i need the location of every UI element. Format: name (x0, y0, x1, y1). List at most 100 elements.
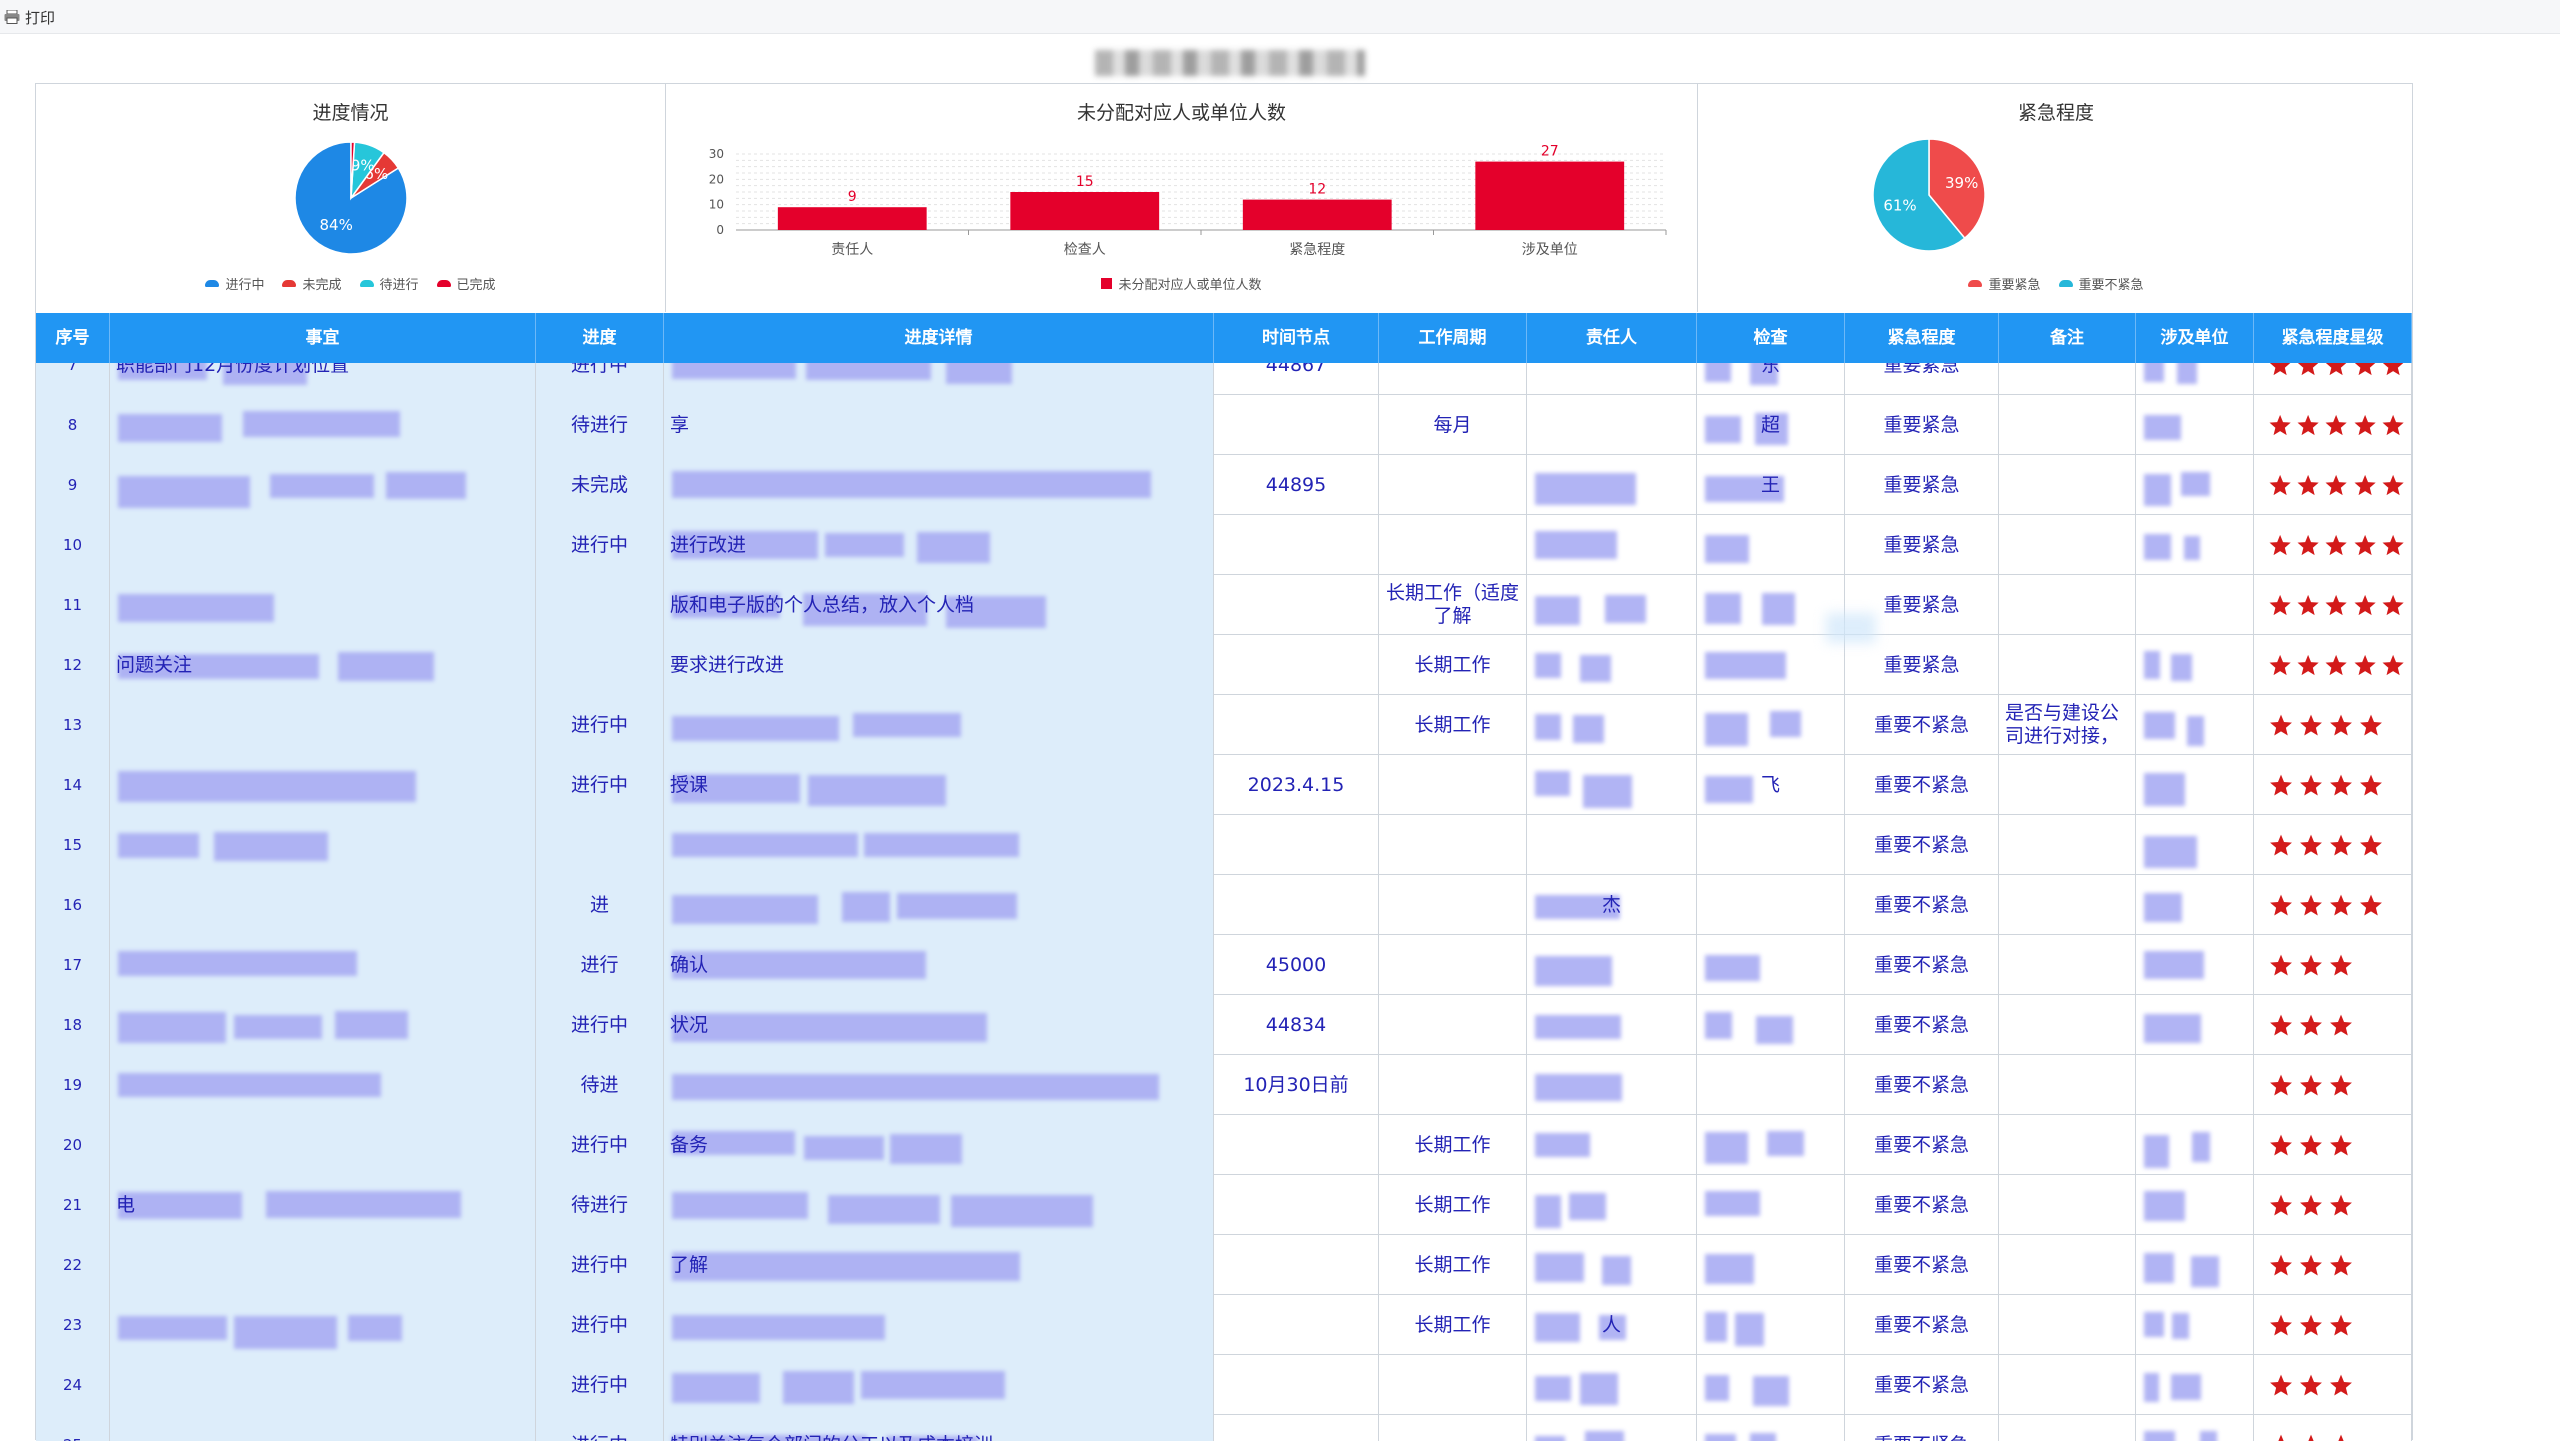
star-rating (2260, 1073, 2405, 1098)
table-row[interactable]: 7职能部门12月份度计划位置进行中44867东重要紧急 (36, 363, 2412, 395)
table-row[interactable]: 17进行确认45000重要不紧急 (36, 935, 2412, 995)
bar-2[interactable] (1010, 192, 1159, 230)
star-icon (2268, 713, 2294, 738)
redacted-block (1535, 1436, 1565, 1441)
column-header-unit[interactable]: 涉及单位 (2136, 313, 2254, 363)
cell-unit (2136, 1115, 2254, 1175)
cell-text: 待进 (580, 1074, 618, 1097)
star-icon (2328, 1373, 2354, 1398)
column-header-remark[interactable]: 备注 (1999, 313, 2136, 363)
star-icon (2268, 833, 2294, 858)
progress-legend-item[interactable]: 已完成 (437, 274, 496, 293)
table-row[interactable]: 18进行中状况44834重要不紧急 (36, 995, 2412, 1055)
column-header-work-cycle[interactable]: 工作周期 (1379, 313, 1527, 363)
cell-unit (2136, 575, 2254, 635)
table-row[interactable]: 19待进10月30日前重要不紧急 (36, 1055, 2412, 1115)
cell-unit (2136, 1295, 2254, 1355)
redacted-block (348, 1315, 402, 1341)
star-icon (2268, 413, 2292, 438)
progress-legend-item[interactable]: 进行中 (205, 274, 264, 293)
redacted-block (2184, 536, 2200, 560)
cell-text: 状况 (670, 1014, 708, 1037)
table-row[interactable]: 14进行中授课2023.4.15飞重要不紧急 (36, 755, 2412, 815)
cell-text: 长期工作 (1414, 1194, 1490, 1217)
table-row[interactable]: 20进行中备务长期工作重要不紧急 (36, 1115, 2412, 1175)
cell-progress: 进行中 (536, 1235, 664, 1295)
urgency-legend-item[interactable]: 重要紧急 (1968, 274, 2040, 293)
redacted-block (672, 363, 796, 379)
star-icon (2268, 1013, 2294, 1038)
table-row[interactable]: 21电待进行长期工作重要不紧急 (36, 1175, 2412, 1235)
cell-time-node (1214, 395, 1379, 455)
table-row[interactable]: 11版和电子版的个人总结，放入个人档长期工作（适度了解重要紧急 (36, 575, 2412, 635)
cell-text: 待进行 (571, 1194, 628, 1217)
redacted-block (243, 411, 400, 437)
unassigned-legend-item[interactable]: 未分配对应人或单位人数 (1101, 274, 1261, 293)
table-row[interactable]: 23进行中长期工作人重要不紧急 (36, 1295, 2412, 1355)
table-row[interactable]: 13进行中长期工作重要不紧急是否与建设公司进行对接， (36, 695, 2412, 755)
table-row[interactable]: 10进行中进行改进重要紧急 (36, 515, 2412, 575)
redacted-block (2144, 474, 2171, 506)
redacted-block (1583, 775, 1632, 808)
cell-text: 要求进行改进 (670, 654, 784, 677)
cell-text: 进行中 (571, 534, 628, 557)
column-header-index[interactable]: 序号 (36, 313, 110, 363)
column-header-responsible[interactable]: 责任人 (1527, 313, 1697, 363)
table-body[interactable]: 7职能部门12月份度计划位置进行中44867东重要紧急8待进行享每月超重要紧急9… (36, 363, 2414, 1441)
column-header-progress[interactable]: 进度 (536, 313, 664, 363)
table-row[interactable]: 9未完成44895王重要紧急 (36, 455, 2412, 515)
cell-text: 长期工作 (1414, 1314, 1490, 1337)
star-icon (2353, 593, 2377, 618)
progress-legend-item[interactable]: 未完成 (282, 274, 341, 293)
table-row[interactable]: 8待进行享每月超重要紧急 (36, 395, 2412, 455)
cell-progress: 进行中 (536, 995, 664, 1055)
bar-3[interactable] (1243, 200, 1392, 230)
table-row[interactable]: 25进行中特别关注每个部门的分工以及成本培训重要不紧急 (36, 1415, 2412, 1441)
cell-checker (1697, 1175, 1845, 1235)
legend-swatch-icon (282, 280, 296, 287)
cell-text: 重要不紧急 (1874, 1014, 1969, 1037)
cell-text: 东 (1761, 363, 1780, 376)
redacted-block (2187, 716, 2204, 746)
progress-pie-data-label-3: 9% (351, 156, 375, 174)
cell-urgency: 重要不紧急 (1845, 875, 1999, 935)
urgency-legend-item[interactable]: 重要不紧急 (2059, 274, 2144, 293)
cell-text: 重要紧急 (1883, 594, 1959, 617)
cell-index: 13 (36, 695, 110, 755)
cell-work-cycle (1379, 995, 1527, 1055)
cell-responsible (1527, 1355, 1697, 1415)
table-row[interactable]: 16进杰重要不紧急 (36, 875, 2412, 935)
cell-text: 20 (63, 1136, 82, 1154)
column-header-item[interactable]: 事宜 (110, 313, 536, 363)
table-row[interactable]: 15重要不紧急 (36, 815, 2412, 875)
table-row[interactable]: 24进行中重要不紧急 (36, 1355, 2412, 1415)
cell-time-node (1214, 1175, 1379, 1235)
table-row[interactable]: 12问题关注要求进行改进长期工作重要紧急 (36, 635, 2412, 695)
redacted-block (2177, 363, 2197, 384)
column-header-time-node[interactable]: 时间节点 (1214, 313, 1379, 363)
legend-swatch-icon (2059, 280, 2073, 287)
table-row[interactable]: 22进行中了解长期工作重要不紧急 (36, 1235, 2412, 1295)
cell-text: 2023.4.15 (1248, 774, 1345, 797)
column-header-urgency[interactable]: 紧急程度 (1845, 313, 1999, 363)
star-icon (2328, 1253, 2354, 1278)
redacted-block (804, 1136, 884, 1160)
column-header-detail[interactable]: 进度详情 (664, 313, 1214, 363)
redacted-block (270, 474, 374, 498)
legend-swatch-icon (360, 280, 374, 287)
urgency-pie-data-label-2: 61% (1883, 196, 1916, 214)
redacted-block (234, 1316, 337, 1349)
bar-4[interactable] (1475, 162, 1624, 230)
cell-item (110, 1415, 536, 1441)
print-button[interactable]: 打印 (4, 6, 55, 28)
bar-1[interactable] (778, 207, 927, 230)
star-rating (2260, 773, 2405, 798)
legend-swatch-icon (1968, 280, 1982, 287)
progress-legend-item[interactable]: 待进行 (360, 274, 419, 293)
toolbar: 打印 (0, 0, 2560, 34)
x-category-label: 紧急程度 (1289, 242, 1345, 258)
cell-checker: 超 (1697, 395, 1845, 455)
column-header-star-rating[interactable]: 紧急程度星级 (2254, 313, 2412, 363)
column-header-checker[interactable]: 检查 (1697, 313, 1845, 363)
cell-detail: 版和电子版的个人总结，放入个人档 (664, 575, 1214, 635)
